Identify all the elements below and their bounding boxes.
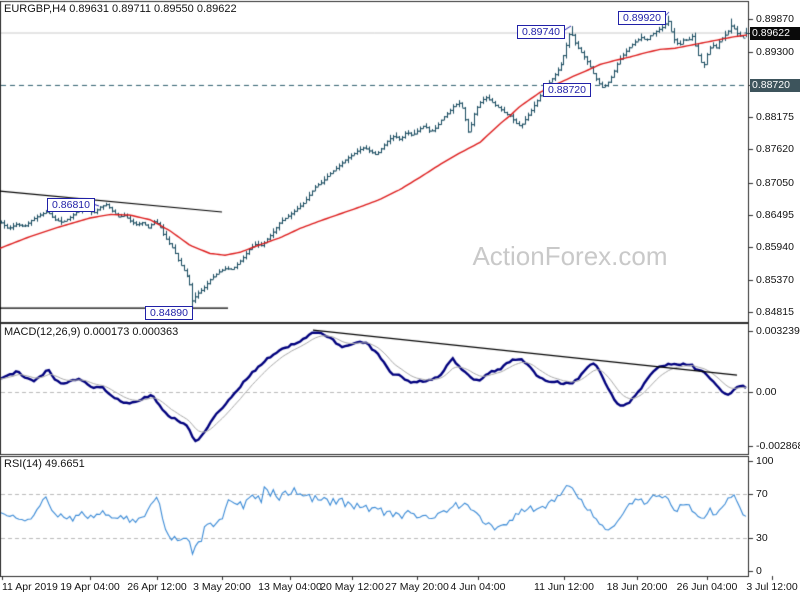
x-axis-label: 3 May 20:00 — [193, 581, 251, 593]
price-annotation-box[interactable]: 0.84890 — [145, 306, 193, 320]
main-y-axis-label: 0.89870 — [756, 12, 794, 25]
x-axis-label: 4 Jun 04:00 — [450, 581, 506, 593]
x-axis-label: 18 Jun 20:00 — [606, 581, 668, 593]
x-axis-label: 11 Jun 12:00 — [534, 581, 594, 593]
x-axis-label: 11 Apr 2019 — [2, 581, 58, 593]
main-y-axis-label: 0.89300 — [756, 45, 794, 58]
macd-y-axis-label: 0.00 — [756, 386, 777, 398]
rsi-y-axis-label: 100 — [756, 455, 774, 467]
main-y-axis-label: 0.87050 — [756, 176, 794, 189]
main-y-axis-label: 0.87620 — [756, 143, 794, 156]
macd-y-axis-label: 0.003239 — [756, 325, 800, 337]
x-axis-label: 19 Apr 04:00 — [60, 581, 120, 593]
rsi-indicator-label: RSI(14) 49.6651 — [4, 458, 85, 470]
x-axis-label: 20 May 12:00 — [320, 581, 384, 593]
rsi-y-axis-label: 30 — [756, 532, 768, 544]
rsi-y-axis-label: 70 — [756, 488, 768, 500]
chart-canvas[interactable] — [0, 0, 800, 600]
main-y-axis-label: 0.85940 — [756, 241, 794, 254]
price-annotation-box[interactable]: 0.86810 — [47, 198, 95, 212]
main-y-axis-label: 0.85370 — [756, 274, 794, 287]
current-price-badge: 0.89622 — [750, 26, 800, 40]
level-price-badge: 0.88720 — [750, 78, 800, 92]
x-axis-label: 26 Apr 12:00 — [127, 581, 187, 593]
price-annotation-box[interactable]: 0.88720 — [543, 83, 591, 97]
x-axis-label: 26 Jun 04:00 — [676, 581, 738, 593]
chart-window: ActionForex.com EURGBP,H4 0.89631 0.8971… — [0, 0, 800, 600]
x-axis-label: 3 Jul 12:00 — [746, 581, 798, 593]
x-axis-label: 13 May 04:00 — [258, 581, 322, 593]
main-y-axis-label: 0.84815 — [756, 306, 794, 319]
symbol-quote-title: EURGBP,H4 0.89631 0.89711 0.89550 0.8962… — [4, 3, 237, 15]
main-y-axis-label: 0.88175 — [756, 111, 794, 124]
x-axis-label: 27 May 20:00 — [385, 581, 449, 593]
rsi-y-axis-label: 0 — [756, 565, 762, 577]
main-y-axis-label: 0.86495 — [756, 208, 794, 221]
price-annotation-box[interactable]: 0.89740 — [517, 25, 565, 39]
macd-indicator-label: MACD(12,26,9) 0.000173 0.000363 — [4, 326, 179, 338]
price-annotation-box[interactable]: 0.89920 — [618, 11, 666, 25]
macd-y-axis-label: -0.002868 — [756, 440, 800, 452]
